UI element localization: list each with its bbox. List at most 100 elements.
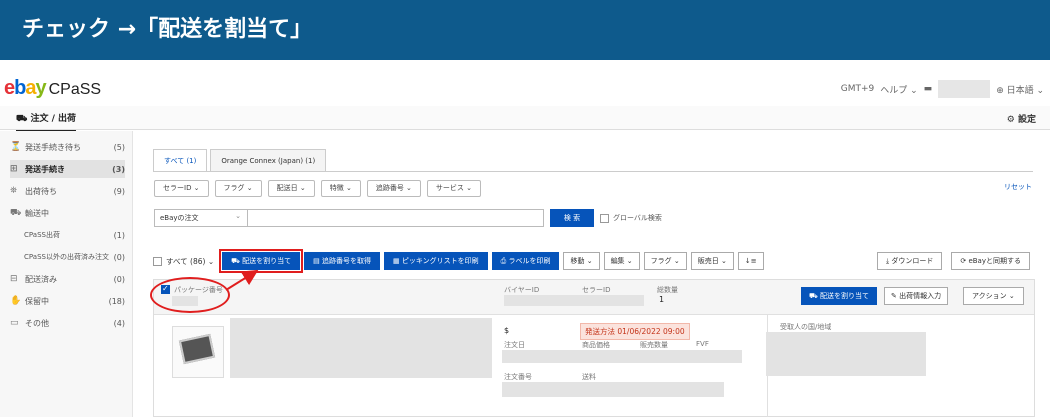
- sidebar-item-delivered[interactable]: ⊟ 配送済み (0): [10, 270, 125, 288]
- price-value: $: [504, 326, 510, 335]
- logo-letter: b: [14, 77, 26, 99]
- action-dropdown[interactable]: アクション ⌄: [963, 287, 1024, 305]
- print-picking-list-button[interactable]: ▦ ピッキングリストを印刷: [384, 252, 488, 270]
- tab-divider: [153, 171, 1033, 172]
- box-icon: ⊞: [10, 164, 18, 174]
- shipping-info-button[interactable]: ✎ 出荷情報入力: [884, 287, 949, 305]
- card-assign-shipping-button[interactable]: ⛟ 配送を割り当て: [801, 287, 878, 305]
- total-qty-label: 総数量: [657, 286, 678, 294]
- assign-shipping-button[interactable]: ⛟ 配送を割り当て: [219, 249, 304, 273]
- settings-link[interactable]: ⚙ 設定: [1007, 112, 1036, 125]
- carrier-tabs: すべて (1) Orange Connex (Japan) (1): [153, 149, 329, 171]
- global-search-checkbox[interactable]: グローバル検索: [600, 213, 662, 223]
- folder-icon: ▭: [10, 318, 19, 328]
- filter-seller-id[interactable]: セラーID ⌄: [154, 180, 209, 197]
- sidebar-item-cpass-shipped[interactable]: CPaSS出荷 (1): [10, 226, 125, 244]
- order-number-value: [502, 382, 724, 397]
- gear-icon: ⚙: [1006, 115, 1015, 125]
- shipping-fee-label: 送料: [582, 373, 596, 381]
- briefcase-icon[interactable]: ▬: [924, 84, 933, 94]
- checkbox-box[interactable]: [600, 213, 609, 223]
- filter-flag[interactable]: フラグ ⌄: [214, 180, 262, 197]
- sales-date-dropdown[interactable]: 販売日 ⌄: [690, 252, 734, 270]
- global-search-label: グローバル検索: [613, 214, 662, 222]
- sidebar-item-non-cpass-shipped[interactable]: CPaSS以外の出荷済み注文 (0): [10, 248, 125, 266]
- select-all-checkbox[interactable]: [153, 256, 162, 266]
- search-type-select[interactable]: eBayの注文: [154, 208, 248, 227]
- filter-ship-date[interactable]: 配送日 ⌄: [267, 180, 315, 197]
- warehouse-icon: ⛯: [10, 186, 18, 196]
- reset-link[interactable]: リセット: [1004, 182, 1032, 192]
- fvf-label: FVF: [696, 340, 709, 348]
- tab-orders-shipping[interactable]: ⛟ 注文 / 出荷: [16, 111, 77, 132]
- sidebar-item-in-transit[interactable]: ⛟ 輸送中: [10, 204, 125, 222]
- order-number-label: 注文番号: [504, 373, 532, 381]
- ebay-logo[interactable]: ebay CPaSS: [4, 77, 101, 100]
- buyer-id-label: バイヤーID: [504, 286, 540, 294]
- sidebar-item-label: CPaSS出荷: [24, 231, 60, 239]
- hourglass-icon: ⏳: [10, 142, 22, 152]
- sort-icon[interactable]: ↓≡: [737, 252, 764, 270]
- sidebar-item-count: (0): [113, 252, 125, 262]
- header-right: GMT+9 ヘルプ ⌄ ▬ ⊕ 日本語 ⌄: [841, 80, 1044, 98]
- get-tracking-button[interactable]: ▤ 追跡番号を取得: [304, 252, 380, 270]
- sidebar-item-count: (4): [113, 318, 125, 328]
- ship-deadline-badge: 発送方法 01/06/2022 09:00: [580, 323, 690, 340]
- ebay-sync-button[interactable]: ⟳ eBayと同期する: [951, 252, 1030, 270]
- sidebar-item-count: (9): [113, 186, 125, 196]
- sidebar-item-count: (3): [112, 164, 125, 174]
- download-button[interactable]: ⤓ ダウンロード: [877, 252, 943, 270]
- sidebar-item-label: 出荷待ち: [25, 186, 57, 196]
- select-all[interactable]: すべて (86) ⌄: [153, 256, 214, 267]
- logo-letter: a: [25, 77, 36, 99]
- filter-bar: セラーID ⌄ フラグ ⌄ 配送日 ⌄ 特徴 ⌄ 追跡番号 ⌄ サービス ⌄: [154, 180, 482, 197]
- product-thumbnail[interactable]: [172, 326, 224, 378]
- filter-feature[interactable]: 特徴 ⌄: [320, 180, 361, 197]
- recipient-address-placeholder: [766, 332, 926, 376]
- account-name[interactable]: [938, 80, 991, 98]
- seller-id-label: セラーID: [582, 286, 611, 294]
- tab-all[interactable]: すべて (1): [153, 149, 208, 171]
- logo-letter: e: [4, 77, 15, 99]
- search-button[interactable]: 検 索: [550, 209, 594, 227]
- sidebar-item-other[interactable]: ▭ その他 (4): [10, 314, 125, 332]
- sidebar-item-awaiting[interactable]: ⏳ 発送手続き待ち (5): [10, 138, 125, 156]
- sidebar-item-on-hold[interactable]: ✋ 保留中 (18): [10, 292, 125, 310]
- search-input[interactable]: [248, 209, 544, 227]
- main-content: すべて (1) Orange Connex (Japan) (1) セラーID …: [146, 142, 1042, 417]
- filter-service[interactable]: サービス ⌄: [426, 180, 482, 197]
- help-menu[interactable]: ヘルプ ⌄: [880, 83, 917, 96]
- recipient-country-label: 受取人の国/地域: [780, 323, 832, 331]
- sidebar-item-label: 配送済み: [25, 274, 57, 284]
- timezone-label: GMT+9: [840, 84, 875, 94]
- photo-icon: [178, 333, 216, 365]
- hand-icon: ✋: [10, 296, 22, 306]
- total-qty-value: 1: [659, 295, 665, 304]
- search-row: eBayの注文 検 索 グローバル検索: [154, 208, 662, 227]
- filter-tracking[interactable]: 追跡番号 ⌄: [366, 180, 421, 197]
- tab-orange-connex[interactable]: Orange Connex (Japan) (1): [210, 149, 327, 171]
- subnav-bar: ⛟ 注文 / 出荷 ⚙ 設定: [0, 106, 1050, 132]
- print-label-button[interactable]: ⎙ ラベルを印刷: [491, 252, 560, 270]
- move-dropdown[interactable]: 移動 ⌄: [563, 252, 600, 270]
- order-date-label: 注文日: [504, 341, 525, 349]
- sidebar-item-label: 保留中: [25, 296, 49, 306]
- flag-dropdown[interactable]: フラグ ⌄: [643, 252, 687, 270]
- right-actions: ⤓ ダウンロード ⟳ eBayと同期する: [877, 252, 1030, 270]
- edit-dropdown[interactable]: 編集 ⌄: [603, 252, 640, 270]
- tab-label: 注文 / 出荷: [30, 114, 77, 124]
- annotation-circle: [150, 277, 230, 313]
- sidebar: ⏳ 発送手続き待ち (5) ⊞ 発送手続き (3) ⛯ 出荷待ち (9) ⛟ 輸送中 CPaS…: [0, 131, 133, 417]
- logo-letter: y: [35, 77, 46, 99]
- bulk-actions: すべて (86) ⌄ ⛟ 配送を割り当て ▤ 追跡番号を取得 ▦ ピッキングリス…: [153, 249, 764, 273]
- tutorial-banner: チェック →「配送を割当て」: [0, 0, 1050, 60]
- sidebar-item-label: その他: [25, 318, 49, 328]
- app-name: CPaSS: [48, 81, 102, 98]
- sidebar-item-processing[interactable]: ⊞ 発送手続き (3): [10, 160, 125, 178]
- sidebar-item-count: (5): [113, 142, 125, 152]
- select-all-label: すべて (86) ⌄: [166, 256, 215, 266]
- sidebar-item-awaiting-shipment[interactable]: ⛯ 出荷待ち (9): [10, 182, 125, 200]
- buyer-id-value: [504, 295, 644, 306]
- language-menu[interactable]: ⊕ 日本語 ⌄: [996, 83, 1044, 96]
- sidebar-item-label: CPaSS以外の出荷済み注文: [24, 253, 109, 261]
